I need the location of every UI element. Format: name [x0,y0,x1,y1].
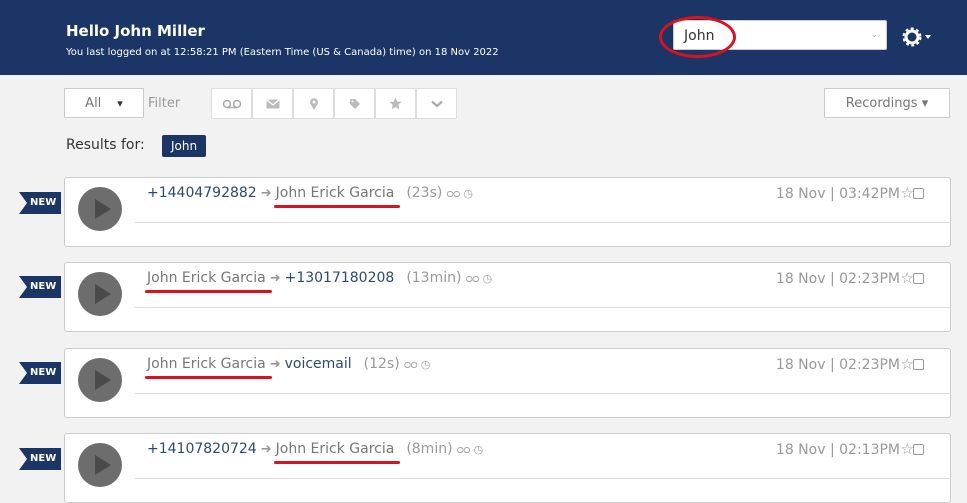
call-duration: (12s) [363,356,400,372]
contact-name: John Erick Garcia [147,356,266,372]
call-from[interactable]: John Erick Garcia [145,356,272,379]
chevron-down-icon [430,100,443,107]
call-duration: (23s) [406,185,443,201]
name-underline-annotation [145,376,272,379]
filter-more-button[interactable] [416,88,457,119]
call-record-card[interactable]: +14404792882 ➜ John Erick Garcia (23s) ᴑᴑ ◷ 1… [64,177,951,247]
new-badge: NEW [19,448,61,470]
new-badge: NEW [19,362,61,384]
call-details: John Erick Garcia ➜ voicemail (12s) ᴑᴑ ◷ [145,356,431,379]
filter-label: Filter [148,96,181,111]
filter-message-button[interactable] [252,88,293,119]
filter-star-button[interactable] [375,88,416,119]
divider [135,307,950,308]
call-to[interactable]: John Erick Garcia [273,441,401,464]
call-from[interactable]: +14404792882 [147,185,257,201]
call-record-card[interactable]: +14107820724 ➜ John Erick Garcia (8min) ᴑᴑ ◷ … [64,433,951,503]
clock-icon: ◷ [482,272,493,285]
envelope-icon [265,98,280,108]
call-duration: (8min) [406,441,453,457]
name-underline-annotation [145,290,272,293]
tag-icon [349,98,360,109]
call-date: 18 Nov | 03:42PM [775,186,900,202]
search-highlight-circle [659,16,736,58]
results-label: Results for: [66,137,145,153]
call-record-card[interactable]: John Erick Garcia ➜ voicemail (12s) ᴑᴑ ◷ 18 N… [64,348,951,418]
voicemail-icon: ᴑᴑ [456,443,471,456]
divider [135,222,950,223]
last-login-info: You last logged on at 12:58:21 PM (Easte… [66,47,499,58]
filter-voicemail-button[interactable] [211,88,252,119]
filter-location-button[interactable] [293,88,334,119]
call-to[interactable]: voicemail [285,356,352,372]
select-checkbox[interactable] [913,444,924,455]
call-date: 18 Nov | 02:23PM [775,357,900,373]
star-icon[interactable]: ☆ [901,355,914,373]
star-icon[interactable]: ☆ [901,184,914,202]
select-checkbox[interactable] [913,359,924,370]
contact-name: John Erick Garcia [147,270,266,286]
divider [135,478,950,479]
call-details: John Erick Garcia ➜ +13017180208 (13min) ᴑᴑ ◷ [145,270,493,293]
call-to[interactable]: John Erick Garcia [273,185,401,208]
voicemail-icon: ᴑᴑ [465,272,479,285]
arrow-right-icon: ➜ [269,357,281,372]
filter-tag-button[interactable] [334,88,375,119]
divider [135,393,950,394]
play-button[interactable] [78,358,122,402]
contact-name: John Erick Garcia [275,441,395,457]
call-date: 18 Nov | 02:23PM [775,271,900,287]
call-from[interactable]: +14107820724 [147,441,257,457]
call-record-card[interactable]: John Erick Garcia ➜ +13017180208 (13min) ᴑᴑ ◷… [64,262,951,332]
recordings-dropdown-button[interactable]: Recordings ▾ [824,88,950,118]
name-underline-annotation [273,461,401,464]
greeting: Hello John Miller [66,22,205,40]
clock-icon: ◷ [420,358,431,371]
star-icon[interactable]: ☆ [901,440,914,458]
call-from[interactable]: John Erick Garcia [145,270,272,293]
play-button[interactable] [78,187,122,231]
clock-icon: ◷ [463,187,474,200]
call-details: +14107820724 ➜ John Erick Garcia (8min) ᴑᴑ ◷ [147,441,484,464]
play-button[interactable] [78,272,122,316]
star-icon [389,97,402,110]
all-label: All [85,95,102,111]
arrow-right-icon: ➜ [260,186,272,201]
search-dropdown-icon[interactable]: ⌄ [870,30,878,40]
chevron-down-icon: ▾ [117,96,123,110]
all-dropdown-button[interactable]: All ▾ [64,88,144,118]
new-badge: NEW [19,192,61,214]
arrow-right-icon: ➜ [260,442,272,457]
clock-icon: ◷ [473,443,484,456]
call-details: +14404792882 ➜ John Erick Garcia (23s) ᴑᴑ ◷ [147,185,474,208]
voicemail-icon [222,99,241,108]
arrow-right-icon: ➜ [269,271,281,286]
top-header: Hello John Miller You last logged on at … [0,0,967,75]
select-checkbox[interactable] [913,273,924,284]
call-to[interactable]: +13017180208 [285,270,395,286]
gear-icon [902,27,931,47]
star-icon[interactable]: ☆ [901,269,914,287]
name-underline-annotation [273,205,401,208]
contact-name: John Erick Garcia [275,185,395,201]
voicemail-icon: ᴑᴑ [403,358,418,371]
new-badge: NEW [19,276,61,298]
settings-button[interactable] [898,22,948,52]
select-checkbox[interactable] [913,188,924,199]
call-date: 18 Nov | 02:13PM [775,442,900,458]
call-duration: (13min) [406,270,462,286]
play-button[interactable] [78,443,122,487]
voicemail-icon: ᴑᴑ [446,187,460,200]
results-term-badge[interactable]: John [162,135,207,157]
map-pin-icon [309,97,318,110]
